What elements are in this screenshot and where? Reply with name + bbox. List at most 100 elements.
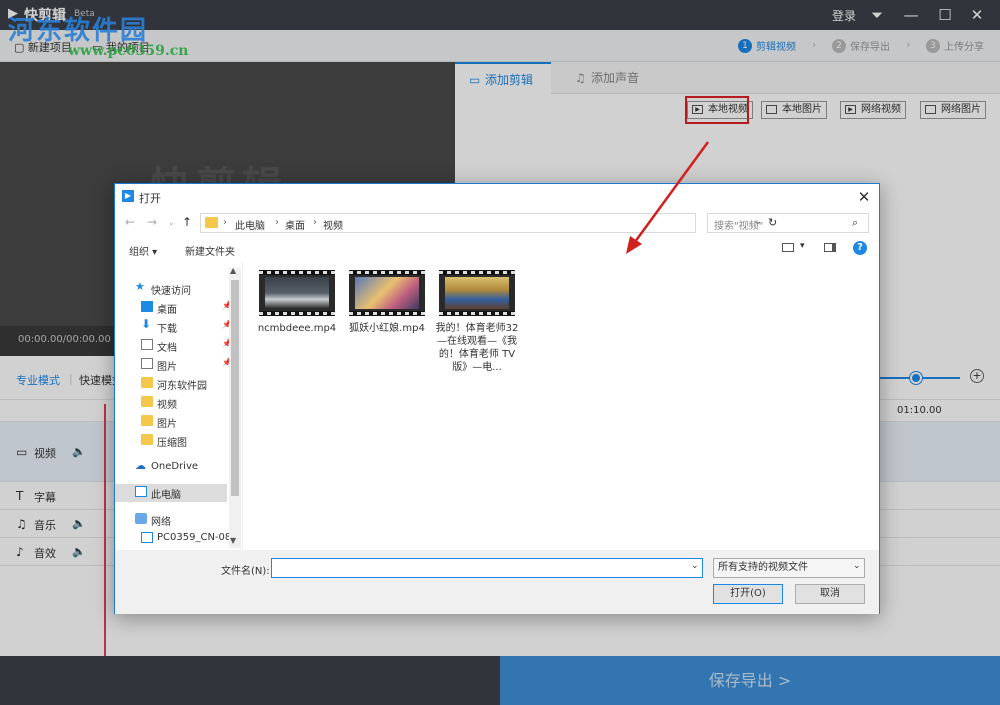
- file-type-select[interactable]: 所有支持的视频文件: [713, 558, 865, 578]
- nav-scrollbar[interactable]: ▲ ▼: [229, 266, 241, 548]
- step-label: 上传分享: [944, 42, 984, 53]
- folder-icon: [205, 217, 218, 228]
- document-icon: [141, 339, 153, 350]
- nav-downloads[interactable]: ⬇ 下载 📌: [141, 317, 232, 336]
- open-button[interactable]: 打开(O): [713, 584, 783, 604]
- nav-pictures[interactable]: 图片 📌: [141, 356, 232, 374]
- back-arrow-icon[interactable]: ←: [125, 215, 135, 229]
- step-label: 保存导出: [850, 42, 890, 53]
- timecode: 00:00.00/00:00.00: [18, 334, 111, 345]
- nav-label: 视频: [157, 400, 177, 411]
- view-options-icon[interactable]: [782, 243, 794, 252]
- video-thumbnail: [439, 270, 515, 316]
- folder-icon: [141, 415, 153, 426]
- save-export-button[interactable]: 保存导出 >: [500, 656, 1000, 705]
- thumbnail-image: [445, 277, 509, 309]
- chevron-right-icon: ›: [906, 38, 911, 51]
- thumbnail-image: [355, 277, 419, 309]
- nav-label: 图片: [157, 362, 177, 373]
- nav-this-pc[interactable]: 此电脑: [115, 484, 227, 502]
- volume-icon[interactable]: 🔈: [72, 545, 86, 558]
- dialog-bottom-bar: 文件名(N): ⌄ 所有支持的视频文件 ⌄ 打开(O) 取消: [115, 550, 879, 614]
- zoom-slider-handle[interactable]: [910, 372, 922, 384]
- file-item[interactable]: ncmbdeee.mp4: [255, 270, 339, 335]
- chevron-down-icon[interactable]: ⌄: [168, 218, 175, 227]
- nav-desktop[interactable]: 桌面 📌: [141, 299, 232, 317]
- close-icon[interactable]: ✕: [853, 187, 875, 207]
- open-file-dialog: ▶ 打开 ✕ ← → ⌄ ↑ › 此电脑 › 桌面 › 视频 ⌄ ↻ 搜索"视频…: [114, 183, 880, 614]
- chevron-down-icon[interactable]: ⌄: [853, 561, 861, 571]
- dialog-command-bar: 组织 ▾ 新建文件夹 ▾ ?: [115, 236, 879, 262]
- minimize-icon[interactable]: —: [900, 4, 922, 26]
- address-bar[interactable]: › 此电脑 › 桌面 › 视频 ⌄ ↻: [200, 213, 777, 233]
- breadcrumb-item[interactable]: 此电脑: [235, 217, 265, 232]
- file-item[interactable]: 我的！体育老师32—在线观看—《我的！体育老师 TV版》—电...: [435, 270, 519, 374]
- step-number: 1: [738, 38, 752, 53]
- cancel-button[interactable]: 取消: [795, 584, 865, 604]
- nav-documents[interactable]: 文档 📌: [141, 337, 232, 355]
- zoom-in-icon[interactable]: +: [970, 369, 984, 383]
- web-video-button[interactable]: ▶ 网络视频: [840, 101, 906, 119]
- dialog-title: 打开: [139, 192, 161, 205]
- folder-icon: [141, 377, 153, 388]
- scrollbar-thumb[interactable]: [231, 280, 239, 496]
- nav-label: 压缩图: [157, 438, 187, 449]
- chevron-right-icon: ›: [812, 38, 817, 51]
- local-image-button[interactable]: 本地图片: [761, 101, 827, 119]
- step-export[interactable]: 2 保存导出: [832, 38, 890, 53]
- text-icon: T: [16, 489, 24, 503]
- step-share[interactable]: 3 上传分享: [926, 38, 984, 53]
- step-label: 剪辑视频: [756, 42, 796, 53]
- tab-add-audio[interactable]: ♫ 添加声音: [561, 62, 657, 94]
- dialog-nav-bar: ← → ⌄ ↑ › 此电脑 › 桌面 › 视频 ⌄ ↻ 搜索"视频" ⌕: [115, 210, 879, 236]
- cloud-icon: ☁: [135, 459, 146, 472]
- nav-label: 河东软件园: [157, 381, 207, 392]
- navigation-pane: ★ 快速访问 桌面 📌 ⬇ 下载 📌 文档 📌 图片 📌 河东软件园 视频 图片 压缩图 ☁…: [115, 262, 243, 550]
- filename-input[interactable]: [271, 558, 703, 578]
- scroll-down-icon[interactable]: ▼: [230, 536, 236, 545]
- close-icon[interactable]: ✕: [966, 4, 988, 26]
- maximize-icon[interactable]: ☐: [934, 4, 956, 26]
- nav-label: 下载: [157, 324, 177, 335]
- new-folder-button[interactable]: 新建文件夹: [185, 243, 235, 258]
- chevron-down-icon[interactable]: ⌄: [691, 561, 699, 571]
- picture-icon: [141, 358, 153, 369]
- volume-icon[interactable]: 🔈: [72, 517, 86, 530]
- scroll-up-icon[interactable]: ▲: [230, 266, 236, 275]
- breadcrumb-item[interactable]: 桌面: [285, 217, 305, 232]
- breadcrumb-item[interactable]: 视频: [323, 217, 343, 232]
- file-item[interactable]: 狐妖小红娘.mp4: [345, 270, 429, 335]
- tab-label: 添加剪辑: [485, 73, 534, 87]
- track-header: ▭ 视频 🔈: [0, 422, 104, 481]
- nav-label: OneDrive: [151, 461, 199, 472]
- pro-mode-button[interactable]: 专业模式: [16, 372, 60, 388]
- track-label: 视频: [34, 447, 56, 460]
- volume-icon[interactable]: 🔈: [72, 445, 86, 458]
- chevron-right-icon: ›: [275, 217, 279, 228]
- tab-add-clip[interactable]: ▭ 添加剪辑: [455, 62, 551, 94]
- help-icon[interactable]: ?: [853, 241, 867, 255]
- nav-label: 图片: [157, 419, 177, 430]
- chevron-right-icon: ›: [223, 217, 227, 228]
- up-arrow-icon[interactable]: ↑: [182, 215, 192, 229]
- menu-icon[interactable]: ⏷: [866, 4, 888, 26]
- web-image-button[interactable]: 网络图片: [920, 101, 986, 119]
- file-name: ncmbdeee.mp4: [257, 323, 337, 334]
- step-edit[interactable]: 1 剪辑视频: [738, 38, 796, 53]
- filename-label: 文件名(N):: [221, 566, 270, 577]
- search-input[interactable]: 搜索"视频" ⌕: [707, 213, 869, 233]
- folder-icon: [141, 396, 153, 407]
- preview-pane-icon[interactable]: [824, 243, 836, 252]
- search-icon[interactable]: ⌕: [852, 216, 858, 230]
- sound-effect-icon: ♪: [16, 545, 24, 559]
- video-icon: ▭: [469, 73, 481, 87]
- track-label: 音效: [34, 547, 56, 560]
- chevron-down-icon[interactable]: ▾: [800, 241, 805, 251]
- forward-arrow-icon[interactable]: →: [147, 215, 157, 229]
- login-button[interactable]: 登录: [832, 7, 856, 24]
- site-watermark-url: www.pc0359.cn: [68, 43, 189, 59]
- nav-label: PC0359_CN-08: [157, 532, 232, 543]
- organize-menu[interactable]: 组织 ▾: [129, 243, 157, 258]
- search-placeholder: 搜索"视频": [714, 221, 764, 232]
- playhead[interactable]: [104, 404, 106, 656]
